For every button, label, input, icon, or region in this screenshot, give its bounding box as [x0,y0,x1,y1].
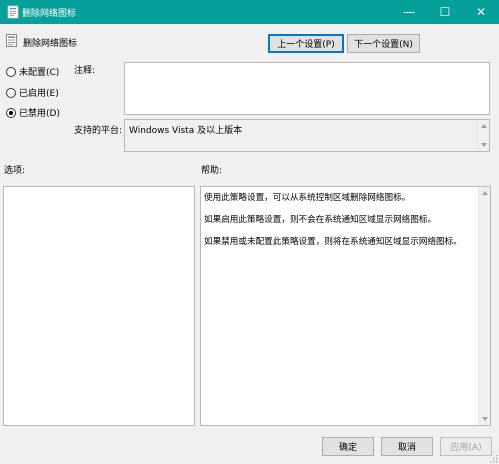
maximize-button[interactable]: ☐ [427,0,463,24]
maximize-icon: ☐ [439,5,451,19]
options-label: 选项: [4,166,26,176]
platform-scrollbar[interactable] [477,120,489,151]
minimize-icon: — [403,5,415,19]
policy-name: 删除网络图标 [23,39,78,49]
previous-setting-button[interactable]: 上一个设置(P) [268,34,344,53]
platform-value: Windows Vista 及以上版本 [129,126,243,136]
scroll-up-icon[interactable] [481,124,487,128]
ok-button[interactable]: 确定 [322,437,374,456]
radio-circle[interactable] [6,66,16,77]
radio-circle[interactable] [6,87,16,98]
help-paragraph: 使用此策略设置，可以从系统控制区域删除网络图标。 [204,193,411,203]
radio-label: 已禁用(D) [19,109,60,119]
help-scrollbar[interactable] [478,187,490,425]
radio-label: 已启用(E) [19,89,59,99]
radio-disabled[interactable]: 已禁用(D) [6,106,60,119]
help-pane: 使用此策略设置，可以从系统控制区域删除网络图标。 如果启用此策略设置，则不会在系… [200,186,491,426]
next-setting-button[interactable]: 下一个设置(N) [347,34,420,53]
minimize-button[interactable]: — [391,0,427,24]
comment-label: 注释: [74,66,96,76]
scroll-down-icon[interactable] [482,417,488,421]
help-paragraph: 如果启用此策略设置，则不会在系统通知区域显示网络图标。 [204,215,437,225]
help-paragraph: 如果禁用或未配置此策略设置，则将在系统通知区域显示网络图标。 [204,237,462,247]
platform-label: 支持的平台: [74,126,123,136]
cancel-button[interactable]: 取消 [381,437,433,456]
scroll-up-icon[interactable] [482,191,488,195]
close-button[interactable]: ✕ [463,0,499,24]
platform-field: Windows Vista 及以上版本 [124,119,490,152]
comment-textarea[interactable] [124,62,490,115]
policy-icon [7,5,19,19]
title-bar: 删除网络图标 — ☐ ✕ [0,0,499,24]
window-title: 删除网络图标 [22,9,77,19]
radio-label: 未配置(C) [19,68,60,78]
radio-circle-checked[interactable] [6,107,16,118]
setting-doc-icon [6,34,17,47]
options-pane [3,186,195,426]
resize-grip-icon[interactable] [490,455,498,463]
apply-button[interactable]: 应用(A) [440,437,492,456]
radio-enabled[interactable]: 已启用(E) [6,86,59,99]
close-icon: ✕ [475,5,487,19]
radio-not-configured[interactable]: 未配置(C) [6,65,59,78]
help-label: 帮助: [201,166,223,176]
scroll-down-icon[interactable] [481,143,487,147]
